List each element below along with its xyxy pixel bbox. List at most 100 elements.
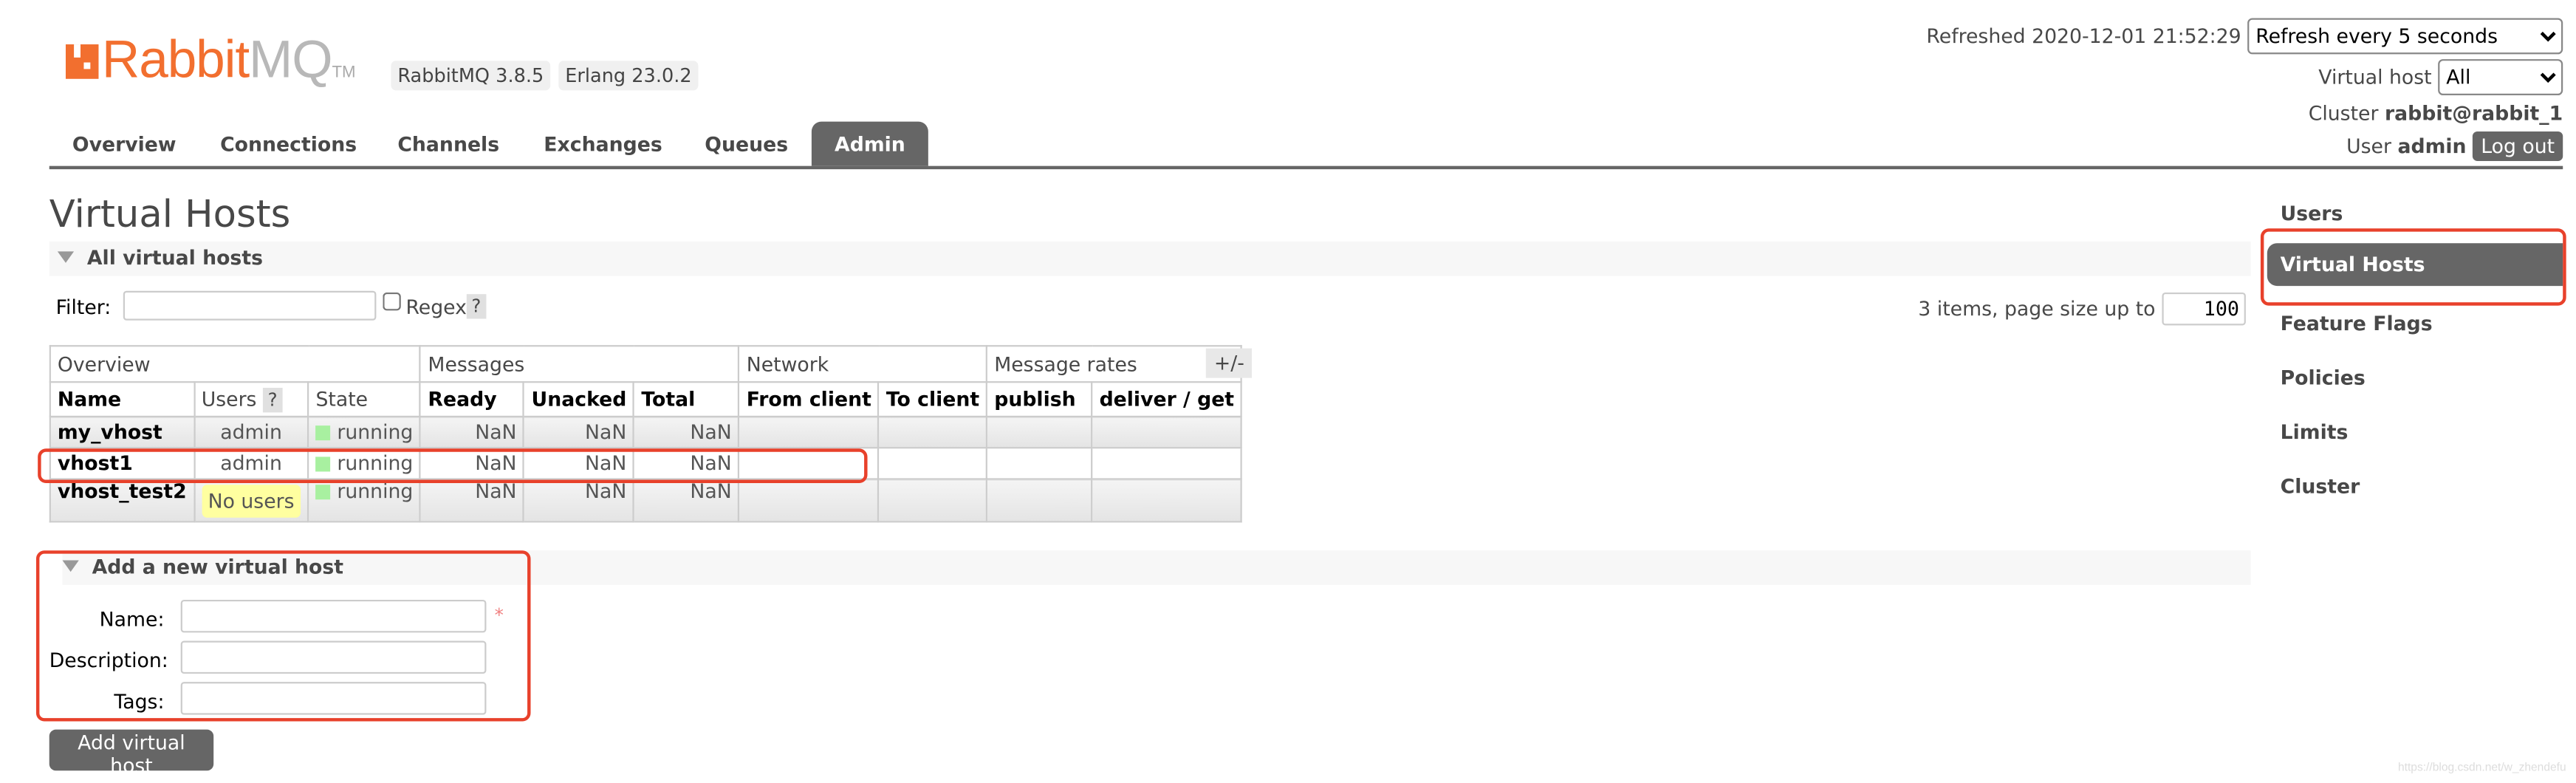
group-network: Network (738, 345, 988, 383)
items-count: 3 items, page size up to (1918, 297, 2156, 321)
vhost-users: admin (193, 447, 309, 480)
tags-label: Tags: (114, 690, 165, 714)
tab-channels[interactable]: Channels (397, 133, 499, 156)
vhost-users: No users (193, 478, 309, 523)
vhost-state: running (307, 415, 422, 449)
regex-checkbox[interactable] (383, 292, 401, 311)
user-info: User admin Log out (2346, 131, 2563, 162)
total-count: NaN (633, 415, 740, 449)
publish-rate (986, 478, 1093, 523)
add-vhost-section-header[interactable]: Add a new virtual host (62, 550, 2251, 585)
deliver-rate (1091, 415, 1243, 449)
sidebar-item-virtual-hosts[interactable]: Virtual Hosts (2267, 243, 2563, 287)
vhost-tags-input[interactable] (180, 682, 487, 715)
tab-overview[interactable]: Overview (72, 133, 177, 156)
tab-admin[interactable]: Admin (811, 121, 928, 166)
col-total[interactable]: Total (633, 381, 740, 418)
vhost-name-link[interactable]: my_vhost (49, 415, 195, 449)
col-state: State (307, 381, 422, 418)
vhost-name-link[interactable]: vhost1 (49, 447, 195, 480)
regex-help-button[interactable]: ? (466, 294, 487, 319)
deliver-rate (1091, 478, 1243, 523)
tab-exchanges[interactable]: Exchanges (544, 133, 662, 156)
user-name: admin (2397, 134, 2467, 158)
from-client (738, 415, 880, 449)
to-client (877, 415, 988, 449)
tab-connections[interactable]: Connections (220, 133, 357, 156)
from-client (738, 478, 880, 523)
vhost-row: Virtual host All (2318, 59, 2563, 96)
collapse-triangle-icon (62, 560, 79, 572)
publish-rate (986, 447, 1093, 480)
vhost-label: Virtual host (2318, 65, 2432, 89)
unacked-count: NaN (523, 447, 635, 480)
running-indicator-icon (315, 425, 331, 441)
page-size-input[interactable] (2162, 292, 2246, 326)
refresh-row: Refreshed 2020-12-01 21:52:29 Refresh ev… (1926, 18, 2563, 55)
cluster-name: rabbit@rabbit_1 (2384, 101, 2563, 126)
col-unacked[interactable]: Unacked (523, 381, 635, 418)
col-to-client[interactable]: To client (877, 381, 988, 418)
refreshed-timestamp: Refreshed 2020-12-01 21:52:29 (1926, 24, 2241, 48)
col-ready[interactable]: Ready (419, 381, 525, 418)
group-overview: Overview (49, 345, 422, 383)
logout-button[interactable]: Log out (2473, 131, 2563, 162)
toggle-columns-button[interactable]: +/- (1205, 348, 1253, 378)
unacked-count: NaN (523, 478, 635, 523)
add-virtual-host-button[interactable]: Add virtual host (49, 729, 214, 777)
vhost-state: running (307, 478, 422, 523)
collapse-triangle-icon (57, 251, 75, 263)
sidebar-item-feature-flags[interactable]: Feature Flags (2281, 312, 2433, 335)
refresh-interval-select[interactable]: Refresh every 5 seconds (2247, 18, 2563, 55)
version-badge: RabbitMQ 3.8.5 (391, 61, 551, 91)
col-deliver-get[interactable]: deliver / get (1091, 381, 1243, 418)
to-client (877, 478, 988, 523)
sidebar-item-limits[interactable]: Limits (2281, 420, 2349, 443)
sidebar-item-policies[interactable]: Policies (2281, 366, 2366, 389)
sidebar-item-cluster[interactable]: Cluster (2281, 475, 2360, 498)
rabbit-icon (65, 44, 99, 79)
cluster-info: Cluster rabbit@rabbit_1 (2308, 101, 2563, 126)
unacked-count: NaN (523, 415, 635, 449)
table-row[interactable]: vhost1 admin running NaN NaN NaN (49, 447, 1243, 480)
ready-count: NaN (419, 415, 525, 449)
tab-queues[interactable]: Queues (705, 133, 788, 156)
name-label: Name: (99, 608, 165, 632)
required-asterisk: * (494, 604, 504, 626)
to-client (877, 447, 988, 480)
col-name[interactable]: Name (49, 381, 195, 418)
ready-count: NaN (419, 447, 525, 480)
from-client (738, 447, 880, 480)
publish-rate (986, 415, 1093, 449)
group-messages: Messages (419, 345, 740, 383)
no-users-badge: No users (201, 484, 301, 517)
running-indicator-icon (315, 485, 331, 500)
filter-input[interactable] (123, 290, 377, 321)
regex-label: Regex (405, 295, 467, 319)
table-row[interactable]: vhost_test2 No users running NaN NaN NaN (49, 478, 1243, 523)
table-row[interactable]: my_vhost admin running NaN NaN NaN (49, 415, 1243, 449)
users-help-button[interactable]: ? (262, 387, 283, 413)
col-from-client[interactable]: From client (738, 381, 880, 418)
ready-count: NaN (419, 478, 525, 523)
filter-label: Filter: (55, 295, 112, 319)
total-count: NaN (633, 478, 740, 523)
total-count: NaN (633, 447, 740, 480)
rabbitmq-logo: RabbitMQTM (65, 30, 356, 90)
vhost-users: admin (193, 415, 309, 449)
vhost-name-link[interactable]: vhost_test2 (49, 478, 195, 523)
running-indicator-icon (315, 457, 331, 472)
vhost-name-input[interactable] (180, 599, 487, 633)
col-users: Users ? (193, 381, 309, 418)
vhost-state: running (307, 447, 422, 480)
all-vhosts-section-header[interactable]: All virtual hosts (49, 242, 2251, 276)
sidebar-item-users[interactable]: Users (2281, 202, 2343, 225)
watermark: https://blog.csdn.net/w_zhendefu (2397, 762, 2566, 774)
page-title: Virtual Hosts (49, 194, 291, 237)
vhost-description-input[interactable] (180, 640, 487, 674)
col-publish[interactable]: publish (986, 381, 1093, 418)
deliver-rate (1091, 447, 1243, 480)
nav-divider (49, 165, 2563, 170)
description-label: Description: (49, 649, 168, 672)
vhost-select[interactable]: All (2438, 59, 2563, 96)
